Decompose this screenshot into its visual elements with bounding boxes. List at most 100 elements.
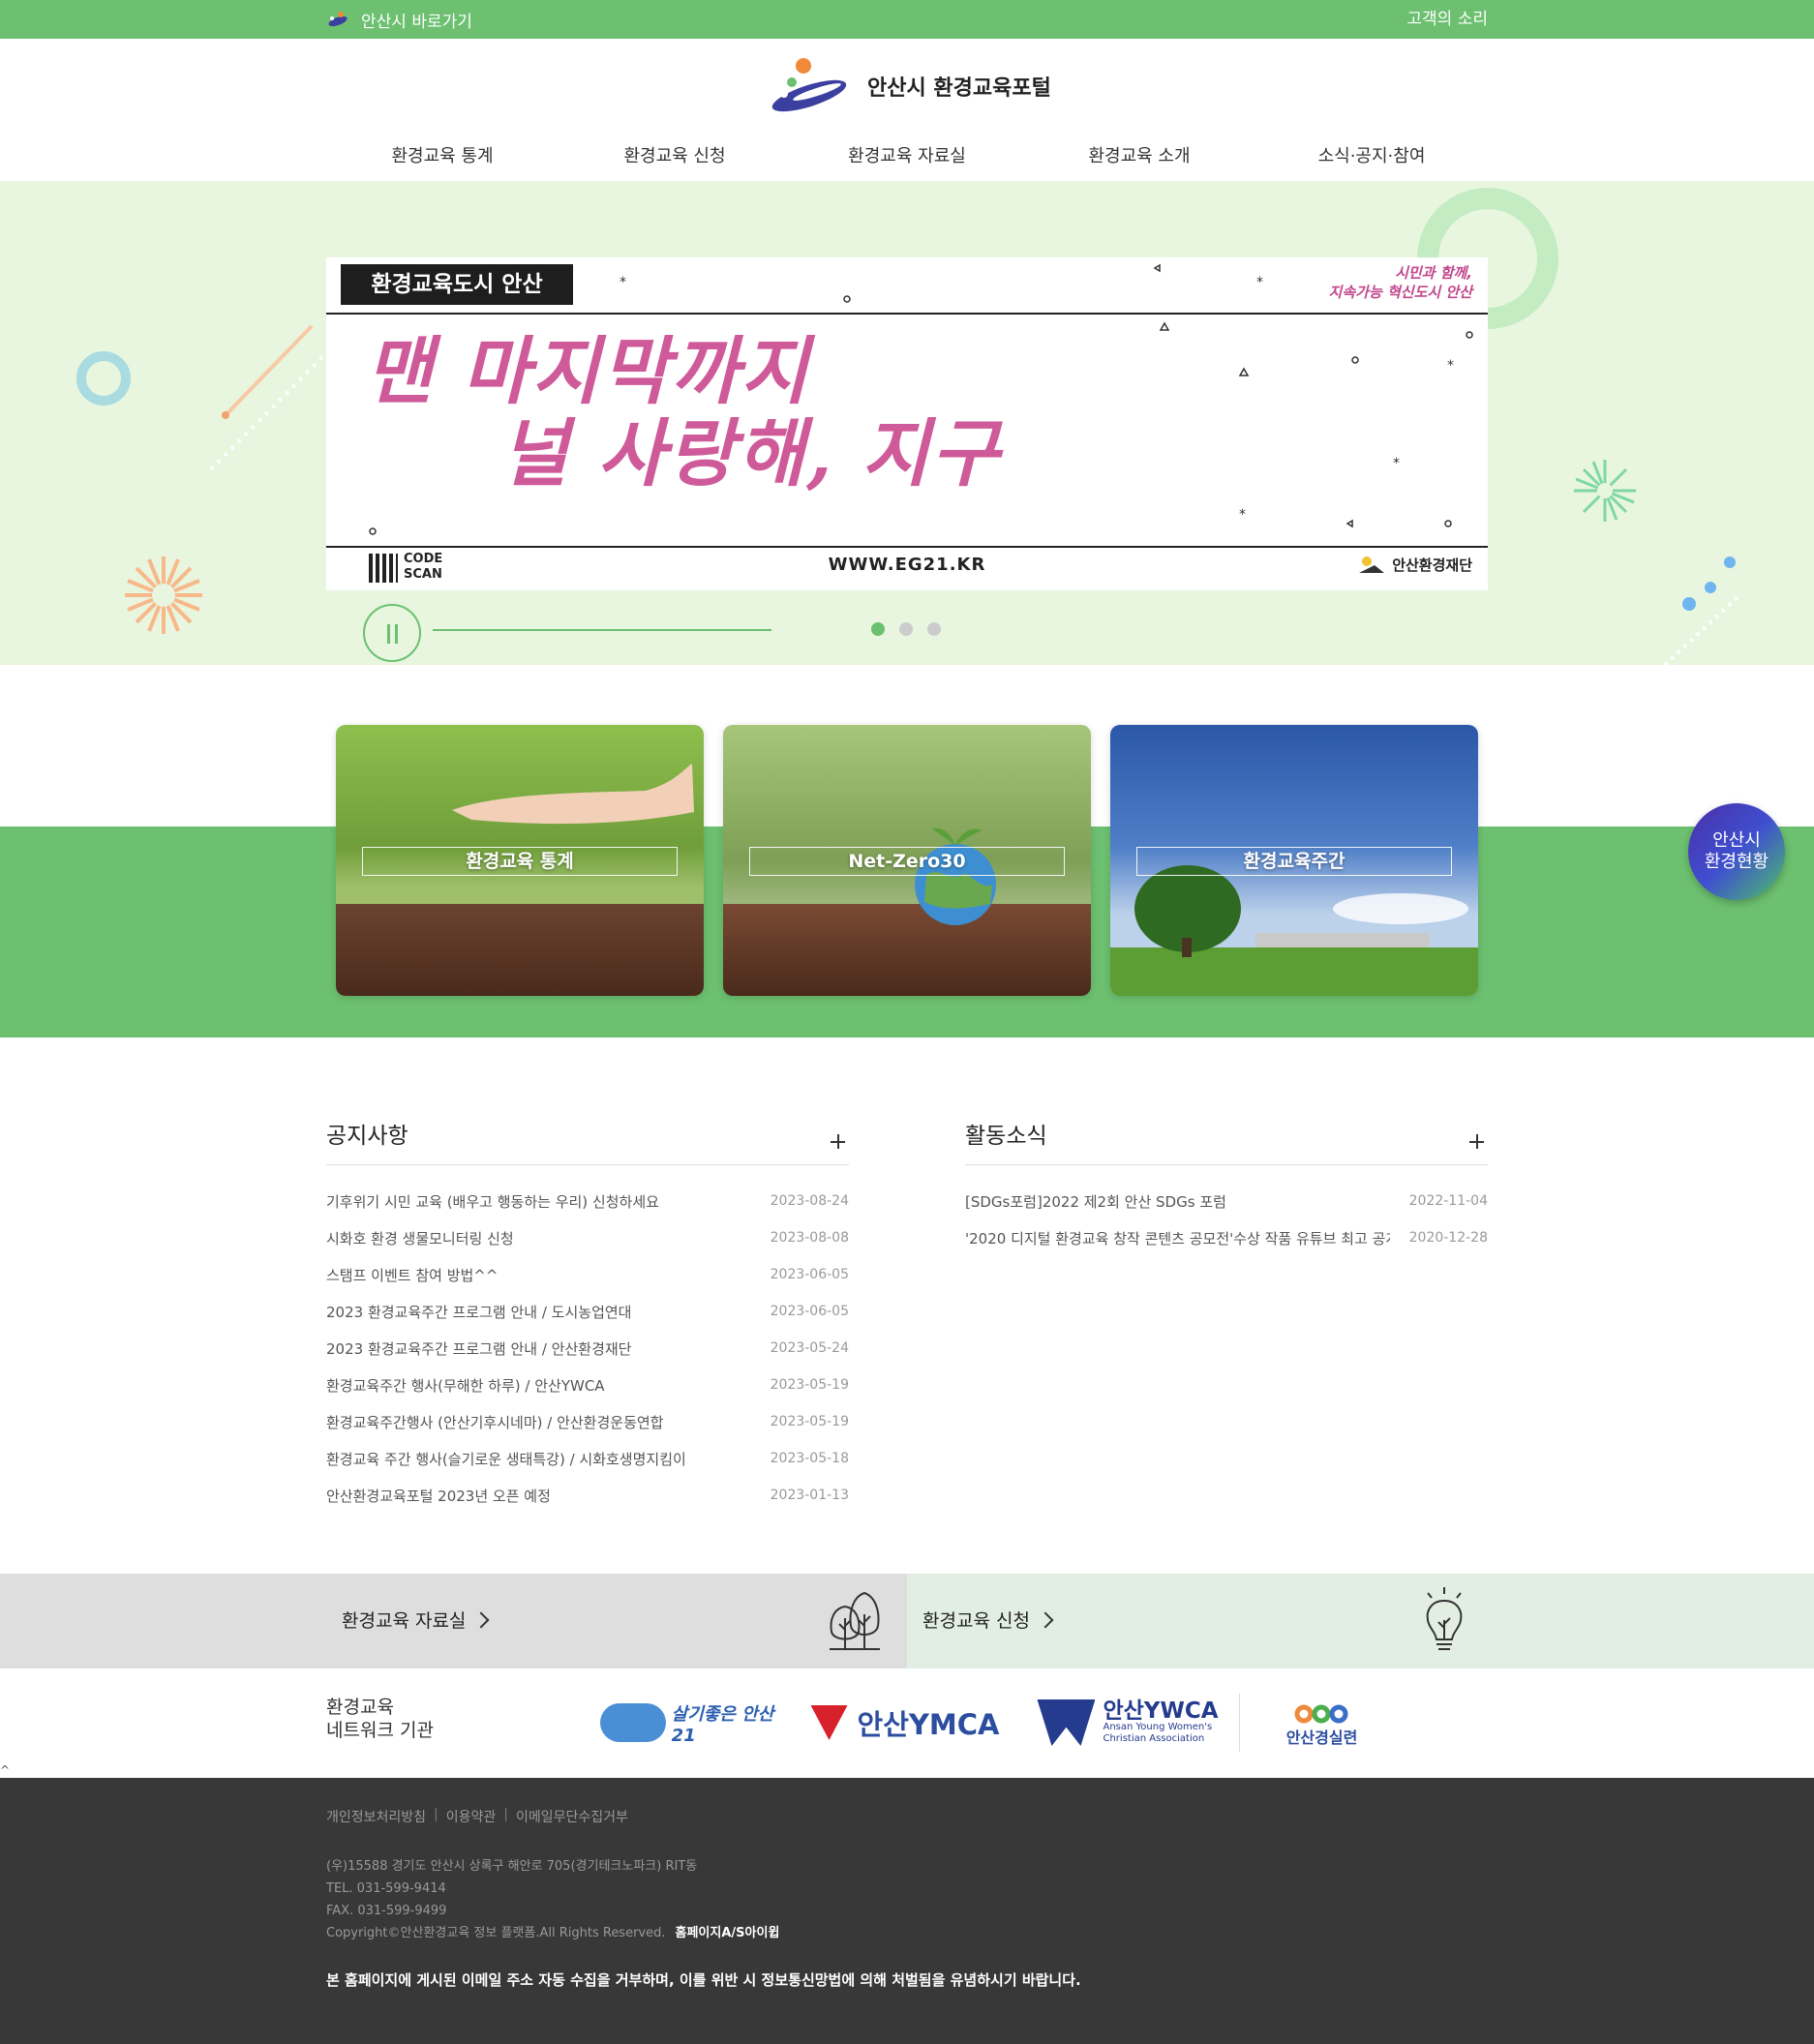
site-logo[interactable]: 안산시 환경교육포털 bbox=[771, 56, 1051, 116]
banner-url: WWW.EG21.KR bbox=[828, 555, 986, 575]
item-date: 2023-05-18 bbox=[770, 1451, 849, 1466]
notice-list: 기후위기 시민 교육 (배우고 행동하는 우리) 신청하세요 2023-08-24… bbox=[326, 1183, 849, 1514]
hero-slider: 환경교육도시 안산 시민과 함께, 지속가능 혁신도시 안산 * * * * * 맨 … bbox=[0, 181, 1814, 665]
banner-bottom-rule bbox=[326, 546, 1488, 548]
item-title: 환경교육주간 행사(무해한 하루) / 안산YWCA bbox=[326, 1376, 605, 1395]
list-item[interactable]: 시화호 환경 생물모니터링 신청 2023-08-08 bbox=[326, 1219, 849, 1256]
card-netzero-label: Net-Zero30 bbox=[848, 851, 966, 872]
notice-more-plus-icon[interactable] bbox=[826, 1130, 849, 1154]
chevron-right-icon bbox=[472, 1611, 490, 1629]
partner-ymca[interactable]: 안산YMCA bbox=[794, 1694, 1016, 1752]
item-date: 2023-01-13 bbox=[770, 1488, 849, 1503]
item-date: 2023-08-08 bbox=[770, 1230, 849, 1246]
card-week[interactable]: 환경교육주간 bbox=[1110, 725, 1478, 996]
quick-apply[interactable]: 환경교육 신청 bbox=[907, 1574, 1814, 1668]
partner-ywca-name: 안산YWCA bbox=[1103, 1698, 1219, 1724]
activity-list: [SDGs포럼]2022 제2회 안산 SDGs 포럼 2022-11-04 '2… bbox=[965, 1183, 1488, 1256]
partner-ymca-name: 안산YMCA bbox=[857, 1708, 1000, 1741]
nav-news[interactable]: 소식·공지·참여 bbox=[1255, 135, 1488, 178]
footer-links: 개인정보처리방침 | 이용약관 | 이메일무단수집거부 bbox=[326, 1807, 628, 1826]
card-netzero[interactable]: Net-Zero30 bbox=[723, 725, 1091, 996]
footer-separator: | bbox=[503, 1807, 509, 1822]
partner-ywca-block: 안산YWCA Ansan Young Women's Christian Ass… bbox=[1103, 1700, 1218, 1745]
hero-banner[interactable]: 환경교육도시 안산 시민과 함께, 지속가능 혁신도시 안산 * * * * * 맨 … bbox=[326, 257, 1488, 590]
svg-text:*: * bbox=[1393, 456, 1400, 471]
list-item[interactable]: 환경교육 주간 행사(슬기로운 생태특강) / 시화호생명지킴이 2023-05-… bbox=[326, 1440, 849, 1477]
item-date: 2023-06-05 bbox=[770, 1267, 849, 1282]
footer-link-email-refuse[interactable]: 이메일무단수집거부 bbox=[516, 1807, 628, 1826]
list-item[interactable]: 2023 환경교육주간 프로그램 안내 / 안산환경재단 2023-05-24 bbox=[326, 1330, 849, 1367]
main-nav: 환경교육 통계 환경교육 신청 환경교육 자료실 환경교육 소개 소식·공지·참… bbox=[326, 135, 1488, 178]
ansan-shortcut-link[interactable]: 안산시 바로가기 bbox=[326, 0, 472, 39]
list-item[interactable]: [SDGs포럼]2022 제2회 안산 SDGs 포럼 2022-11-04 bbox=[965, 1183, 1488, 1219]
banner-calligraphy: 맨 마지막까지 널 사랑해, 지구 bbox=[365, 330, 1001, 495]
footer-copyright: Copyright©안산환경교육 정보 플랫폼.All Rights Reser… bbox=[326, 1926, 666, 1940]
top-bar-inner: 안산시 바로가기 고객의 소리 bbox=[326, 0, 1488, 39]
partner-ywca-sub2: Christian Association bbox=[1103, 1733, 1205, 1744]
nav-archive[interactable]: 환경교육 자료실 bbox=[791, 135, 1023, 178]
partner-ccej[interactable]: 안산경실련 bbox=[1239, 1694, 1404, 1752]
partner-agenda21[interactable]: 살기좋은 안산21 bbox=[600, 1694, 794, 1752]
svg-text:*: * bbox=[620, 275, 626, 290]
activity-more-plus-icon[interactable] bbox=[1465, 1130, 1488, 1154]
banner-foundation: 안산환경재단 bbox=[1357, 554, 1472, 575]
quick-apply-label: 환경교육 신청 bbox=[922, 1610, 1030, 1632]
quick-archive[interactable]: 환경교육 자료실 bbox=[0, 1574, 907, 1668]
item-title: 기후위기 시민 교육 (배우고 행동하는 우리) 신청하세요 bbox=[326, 1192, 659, 1211]
nav-about[interactable]: 환경교육 소개 bbox=[1023, 135, 1255, 178]
item-title: 안산환경교육포털 2023년 오픈 예정 bbox=[326, 1487, 551, 1505]
customer-voice-link[interactable]: 고객의 소리 bbox=[1406, 0, 1488, 39]
card-statistics-label: 환경교육 통계 bbox=[466, 851, 574, 872]
banner-main-line2: 널 사랑해, 지구 bbox=[500, 410, 1001, 497]
list-item[interactable]: 환경교육주간행사 (안산기후시네마) / 안산환경운동연합 2023-05-19 bbox=[326, 1403, 849, 1440]
footer-maker-link[interactable]: 홈페이지A/S아이윕 bbox=[676, 1926, 780, 1940]
quick-archive-link[interactable]: 환경교육 자료실 bbox=[342, 1574, 490, 1668]
ccej-logo-icon bbox=[1294, 1704, 1348, 1724]
partner-ywca[interactable]: 안산YWCA Ansan Young Women's Christian Ass… bbox=[1016, 1694, 1239, 1752]
agenda21-logo-icon bbox=[600, 1703, 666, 1742]
nav-apply[interactable]: 환경교육 신청 bbox=[559, 135, 791, 178]
item-date: 2023-05-19 bbox=[770, 1377, 849, 1393]
item-title: [SDGs포럼]2022 제2회 안산 SDGs 포럼 bbox=[965, 1192, 1226, 1211]
card-week-label: 환경교육주간 bbox=[1243, 851, 1345, 872]
card-statistics[interactable]: 환경교육 통계 bbox=[336, 725, 704, 996]
banner-foundation-name: 안산환경재단 bbox=[1392, 556, 1472, 574]
footer-fax: FAX. 031-599-9499 bbox=[326, 1904, 447, 1918]
shortcut-label: 안산시 바로가기 bbox=[361, 12, 472, 32]
item-date: 2023-05-19 bbox=[770, 1414, 849, 1429]
list-item[interactable]: 2023 환경교육주간 프로그램 안내 / 도시농업연대 2023-06-05 bbox=[326, 1293, 849, 1330]
floating-button-line2: 환경현황 bbox=[1704, 852, 1769, 872]
slider-dot-1[interactable] bbox=[871, 622, 885, 636]
logo-icon bbox=[771, 58, 847, 112]
slider-progress-bar bbox=[433, 629, 771, 631]
footer-link-terms[interactable]: 이용약관 bbox=[446, 1807, 497, 1826]
network-title: 환경교육 네트워크 기관 bbox=[326, 1696, 434, 1742]
list-item[interactable]: 기후위기 시민 교육 (배우고 행동하는 우리) 신청하세요 2023-08-24 bbox=[326, 1183, 849, 1219]
slider-pause-button[interactable] bbox=[363, 604, 421, 662]
ywca-logo-icon bbox=[1037, 1699, 1096, 1746]
quick-archive-label: 환경교육 자료실 bbox=[342, 1610, 467, 1632]
footer-copyright-row: Copyright©안산환경교육 정보 플랫폼.All Rights Reser… bbox=[326, 1922, 779, 1944]
chevron-right-icon bbox=[1037, 1611, 1054, 1629]
slider-dot-3[interactable] bbox=[927, 622, 941, 636]
nav-statistics[interactable]: 환경교육 통계 bbox=[326, 135, 559, 178]
partner-ywca-sub1: Ansan Young Women's bbox=[1103, 1722, 1213, 1732]
list-item[interactable]: '2020 디지털 환경교육 창작 콘텐츠 공모전'수상 작품 유튜브 최고 공… bbox=[965, 1219, 1488, 1256]
quick-apply-link[interactable]: 환경교육 신청 bbox=[922, 1574, 1054, 1668]
network-title-line1: 환경교육 bbox=[326, 1697, 394, 1718]
scroll-top-caret-icon[interactable]: ^ bbox=[0, 1763, 10, 1777]
list-item[interactable]: 스탬프 이벤트 참여 방법^^ 2023-06-05 bbox=[326, 1256, 849, 1293]
notice-board-header: 공지사항 bbox=[326, 1121, 849, 1165]
item-title: 시화호 환경 생물모니터링 신청 bbox=[326, 1229, 514, 1247]
item-title: 환경교육 주간 행사(슬기로운 생태특강) / 시화호생명지킴이 bbox=[326, 1450, 686, 1468]
list-item[interactable]: 환경교육주간 행사(무해한 하루) / 안산YWCA 2023-05-19 bbox=[326, 1367, 849, 1403]
svg-text:*: * bbox=[1447, 358, 1454, 374]
lightbulb-icon bbox=[1426, 1587, 1463, 1650]
list-item[interactable]: 안산환경교육포털 2023년 오픈 예정 2023-01-13 bbox=[326, 1477, 849, 1514]
foundation-logo-icon bbox=[1359, 556, 1385, 573]
item-title: 환경교육주간행사 (안산기후시네마) / 안산환경운동연합 bbox=[326, 1413, 664, 1431]
ansan-environment-status-button[interactable]: 안산시 환경현황 bbox=[1688, 803, 1785, 900]
slider-dot-2[interactable] bbox=[899, 622, 913, 636]
item-title: 스탬프 이벤트 참여 방법^^ bbox=[326, 1266, 499, 1284]
footer-link-privacy[interactable]: 개인정보처리방침 bbox=[326, 1807, 426, 1826]
